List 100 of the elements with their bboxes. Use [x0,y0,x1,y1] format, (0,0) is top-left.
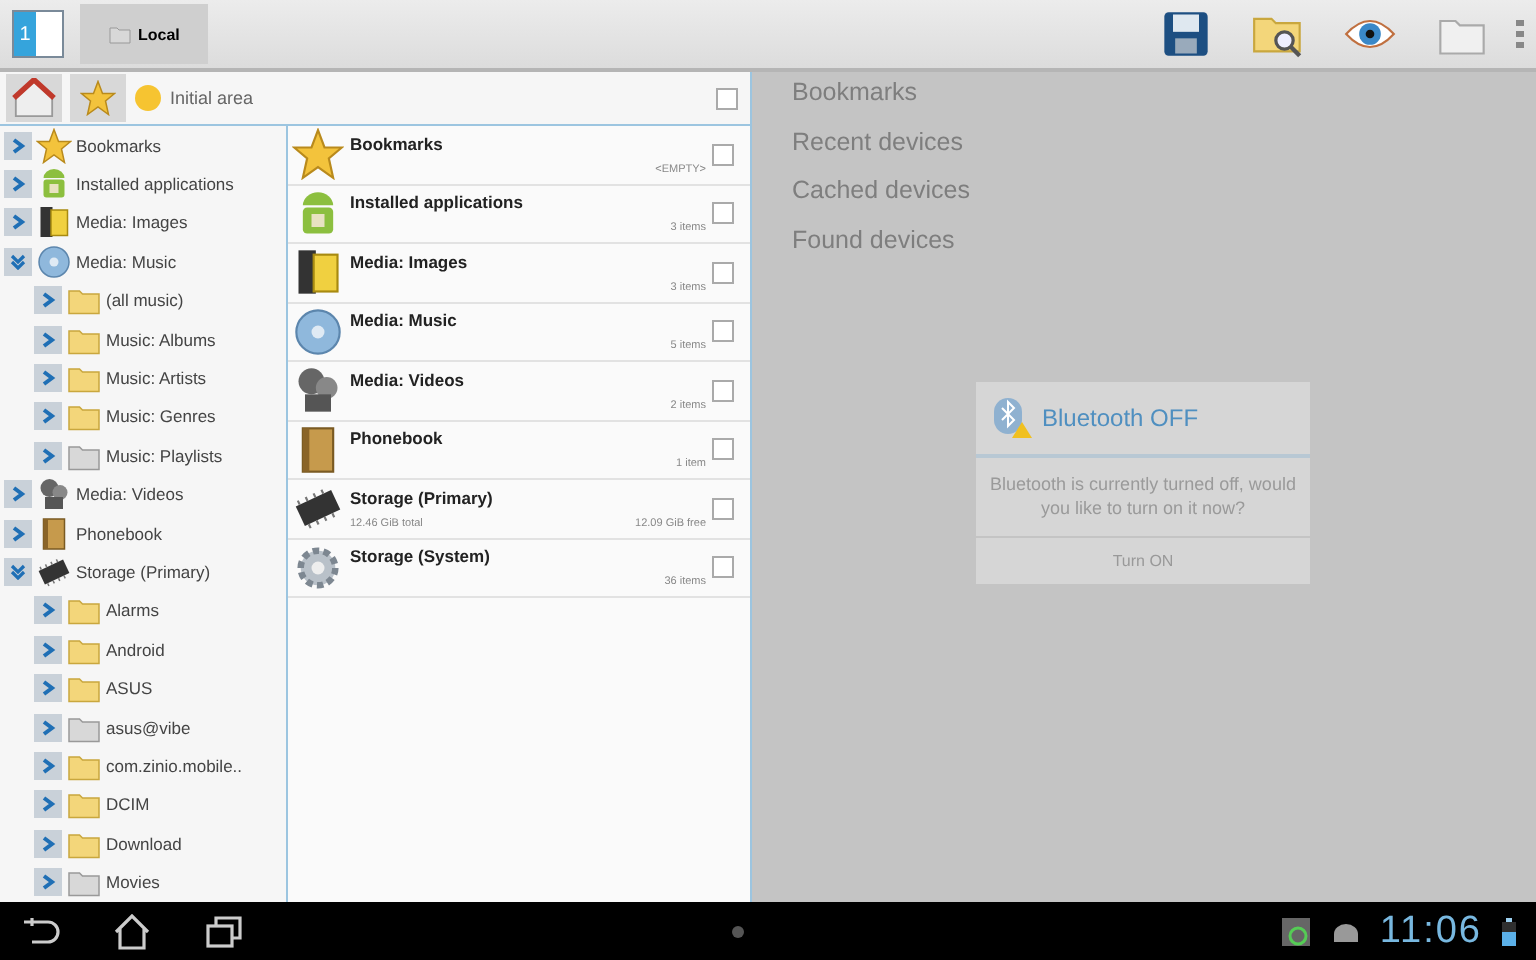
chevron-icon [10,253,26,270]
expand-toggle[interactable] [34,713,62,742]
recent-apps-icon[interactable] [204,915,244,947]
sun-icon [134,84,162,112]
tree-item[interactable]: Music: Playlists [106,445,223,466]
tree-item[interactable]: Music: Artists [106,368,207,389]
expand-toggle[interactable] [34,286,62,315]
location-label: Initial area [170,88,256,108]
tree-item[interactable]: Music: Albums [106,329,216,350]
tree-item[interactable]: (all music) [106,290,184,311]
chevron-icon [40,874,56,891]
checkbox[interactable] [712,202,734,225]
bluetooth-warning-icon [992,396,1032,440]
checkbox[interactable] [712,143,734,166]
tree-item[interactable]: asus@vibe [106,717,191,738]
expand-toggle[interactable] [4,170,32,199]
chevron-icon [40,757,56,774]
checkbox[interactable] [712,497,734,520]
chevron-icon [10,486,26,503]
tree-item[interactable]: Bookmarks [76,135,162,156]
expand-toggle[interactable] [34,790,62,819]
home-button[interactable] [6,74,62,122]
item-name[interactable]: Bookmarks [350,133,706,154]
checkbox[interactable] [712,438,734,461]
tree-item[interactable]: Download [106,833,182,854]
checkbox[interactable] [712,261,734,284]
expand-toggle[interactable] [34,364,62,393]
tree-item[interactable]: Media: Images [76,212,188,233]
chevron-icon [40,796,56,813]
tree-item[interactable]: Music: Genres [106,406,216,427]
chip-icon [36,553,72,590]
expand-toggle[interactable] [4,131,32,160]
plain-folder-icon [108,22,132,46]
location-tab[interactable]: Local [80,4,208,64]
chevron-icon [40,370,56,387]
checkbox[interactable] [716,87,738,109]
tree-item[interactable]: ASUS [106,678,153,699]
chevron-icon [10,137,26,154]
item-name[interactable]: Media: Videos [350,369,706,390]
android-icon [1331,921,1360,941]
chevron-icon [40,835,56,852]
tree-item[interactable]: DCIM [106,794,150,815]
expand-toggle[interactable] [4,519,32,548]
expand-toggle[interactable] [34,674,62,703]
item-name[interactable]: Phonebook [350,428,706,449]
tree-item[interactable]: com.zinio.mobile.. [106,755,243,776]
expand-toggle[interactable] [34,441,62,470]
expand-toggle[interactable] [34,325,62,354]
chevron-icon [40,641,56,658]
film-icon [36,204,72,241]
reel-icon [36,476,72,513]
expand-toggle[interactable] [34,402,62,431]
battery-icon [1502,917,1516,945]
tree-item[interactable]: Storage (Primary) [76,561,211,582]
expand-toggle[interactable] [34,829,62,858]
expand-toggle[interactable] [34,751,62,780]
chevron-icon [40,331,56,348]
image-notification-icon [1279,915,1312,947]
chevron-icon [40,680,56,697]
save-icon[interactable] [1160,8,1212,60]
disc-icon [36,243,72,280]
expand-toggle[interactable] [4,557,32,586]
tree-item[interactable]: Installed applications [76,174,234,195]
dialog-message: Bluetooth is currently turned off, would you like to turn on it now? [988,472,1298,522]
dot-icon [732,925,744,937]
tree-item[interactable]: Movies [106,872,160,893]
chevron-icon [40,719,56,736]
expand-toggle[interactable] [4,208,32,237]
checkbox[interactable] [712,379,734,402]
checkbox[interactable] [712,320,734,343]
tree-item[interactable]: Alarms [106,600,159,621]
item-name[interactable]: Installed applications [350,192,706,213]
expand-toggle[interactable] [4,247,32,276]
chevron-icon [10,214,26,231]
back-icon[interactable] [20,915,60,947]
star-icon [292,128,344,181]
item-name[interactable]: Media: Music [350,310,706,331]
expand-toggle[interactable] [34,635,62,664]
home-icon[interactable] [112,913,152,949]
overflow-menu-icon[interactable] [1516,20,1524,48]
checkbox[interactable] [712,556,734,579]
tree-item[interactable]: Media: Music [76,251,177,272]
chevron-icon [40,447,56,464]
chevron-icon [40,292,56,309]
tree-item[interactable]: Android [106,639,165,660]
chevron-icon [10,176,26,193]
dialog-title: Bluetooth OFF [1042,404,1199,432]
chevron-icon [40,602,56,619]
item-name[interactable]: Storage (System) [350,546,706,567]
disc-icon [292,305,344,358]
tree-item[interactable]: Media: Videos [76,484,184,505]
item-name[interactable]: Media: Images [350,251,706,272]
expand-toggle[interactable] [4,480,32,509]
tree-item[interactable]: Phonebook [76,523,163,544]
expand-toggle[interactable] [34,596,62,625]
item-name[interactable]: Storage (Primary) [350,487,706,508]
chevron-icon [10,563,26,580]
expand-toggle[interactable] [34,868,62,897]
clock: 11:06 [1379,909,1482,953]
chevron-icon [10,525,26,542]
